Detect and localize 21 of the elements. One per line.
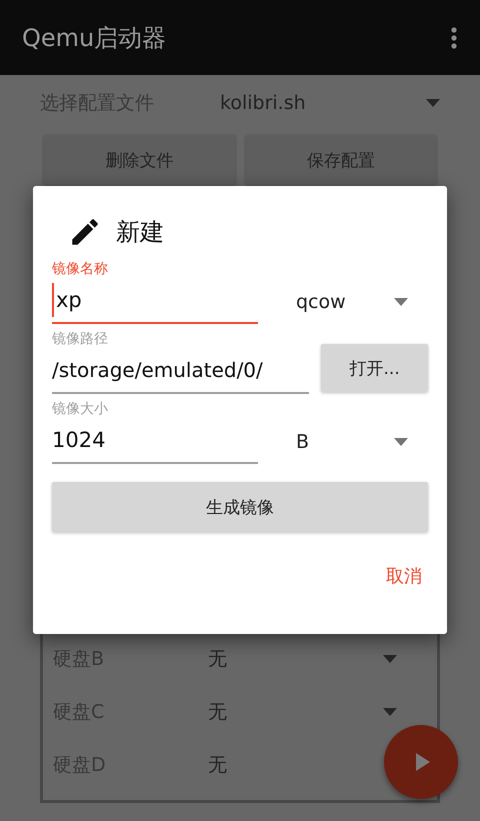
app-title: Qemu启动器: [22, 22, 166, 54]
dropdown-arrow-icon: [426, 98, 440, 106]
input-field[interactable]: 1024: [52, 418, 258, 464]
format-dropdown[interactable]: qcow: [270, 280, 428, 324]
create-image-button[interactable]: 生成镜像: [52, 482, 428, 532]
more-icon[interactable]: [450, 26, 458, 50]
play-icon: [416, 753, 430, 771]
field-label: 镜像路径: [52, 330, 109, 348]
cancel-button[interactable]: 取消: [380, 558, 428, 594]
dialog-title: 新建: [116, 217, 164, 248]
field-label: 镜像大小: [52, 400, 109, 418]
dropdown-arrow-icon: [383, 654, 397, 662]
format-dropdown[interactable]: B: [270, 420, 428, 464]
field-label: 镜像名称: [52, 260, 109, 278]
input-field[interactable]: /storage/emulated/0/: [52, 348, 310, 394]
dropdown-arrow-icon: [394, 298, 408, 306]
open-button[interactable]: 打开...: [321, 344, 428, 392]
dropdown-arrow-icon: [383, 708, 397, 716]
play-button[interactable]: [384, 725, 458, 799]
input-field[interactable]: xp: [52, 278, 258, 324]
dropdown-arrow-icon: [394, 438, 408, 446]
